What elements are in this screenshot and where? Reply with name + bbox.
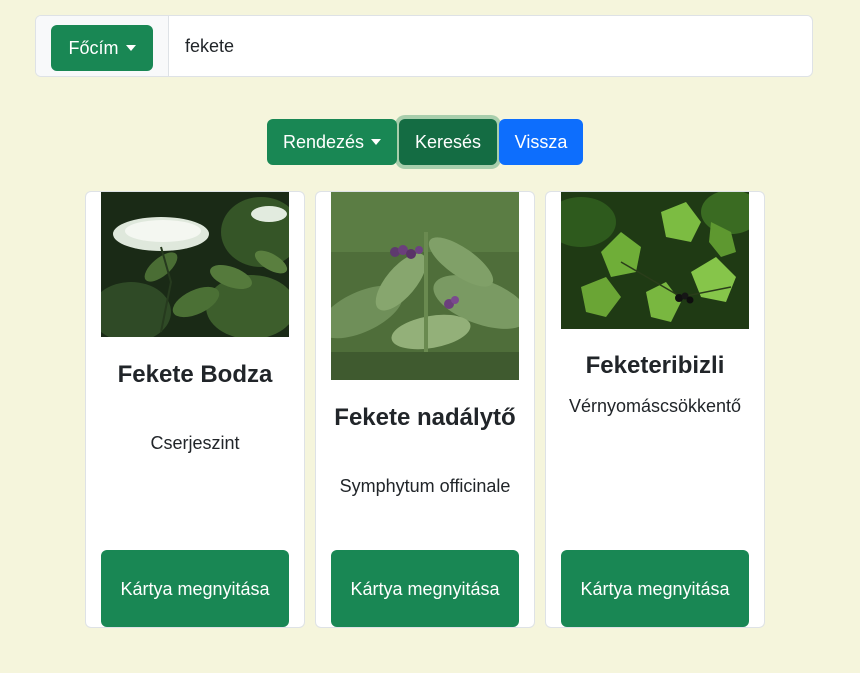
card-title: Fekete Bodza <box>117 361 273 388</box>
open-card-button[interactable]: Kártya megnyitása <box>101 550 289 627</box>
open-card-button[interactable]: Kártya megnyitása <box>561 550 749 627</box>
plant-card: Fekete nadálytő Symphytum officinale Kár… <box>315 191 535 628</box>
search-bar: Főcím <box>35 15 813 77</box>
card-subtitle: Vérnyomáscsökkentő <box>568 396 742 416</box>
card-image-blackcurrant <box>561 192 749 329</box>
search-input[interactable] <box>170 16 810 76</box>
caret-down-icon <box>125 45 136 51</box>
plant-card: Feketeribizli Vérnyomáscsökkentő Kártya … <box>545 191 765 628</box>
back-button-label: Vissza <box>514 131 568 152</box>
field-dropdown-button[interactable]: Főcím <box>51 25 153 71</box>
search-button-label: Keresés <box>414 131 482 152</box>
caret-down-icon <box>371 139 382 145</box>
card-image-comfrey <box>331 192 519 380</box>
card-title: Feketeribizli <box>585 352 725 379</box>
plant-card: Fekete Bodza Cserjeszint Kártya megnyitá… <box>85 191 305 628</box>
field-dropdown-label: Főcím <box>68 37 119 58</box>
sort-label: Rendezés <box>282 131 365 152</box>
card-subtitle: Cserjeszint <box>150 433 240 453</box>
back-button[interactable]: Vissza <box>499 119 583 165</box>
card-image-elderberry <box>101 192 289 337</box>
search-button[interactable]: Keresés <box>399 119 497 165</box>
open-card-button[interactable]: Kártya megnyitása <box>331 550 519 627</box>
search-field-selector-area: Főcím <box>36 16 169 76</box>
card-subtitle: Symphytum officinale <box>339 476 511 496</box>
card-title: Fekete nadálytő <box>334 404 516 431</box>
sort-dropdown-button[interactable]: Rendezés <box>267 119 397 165</box>
